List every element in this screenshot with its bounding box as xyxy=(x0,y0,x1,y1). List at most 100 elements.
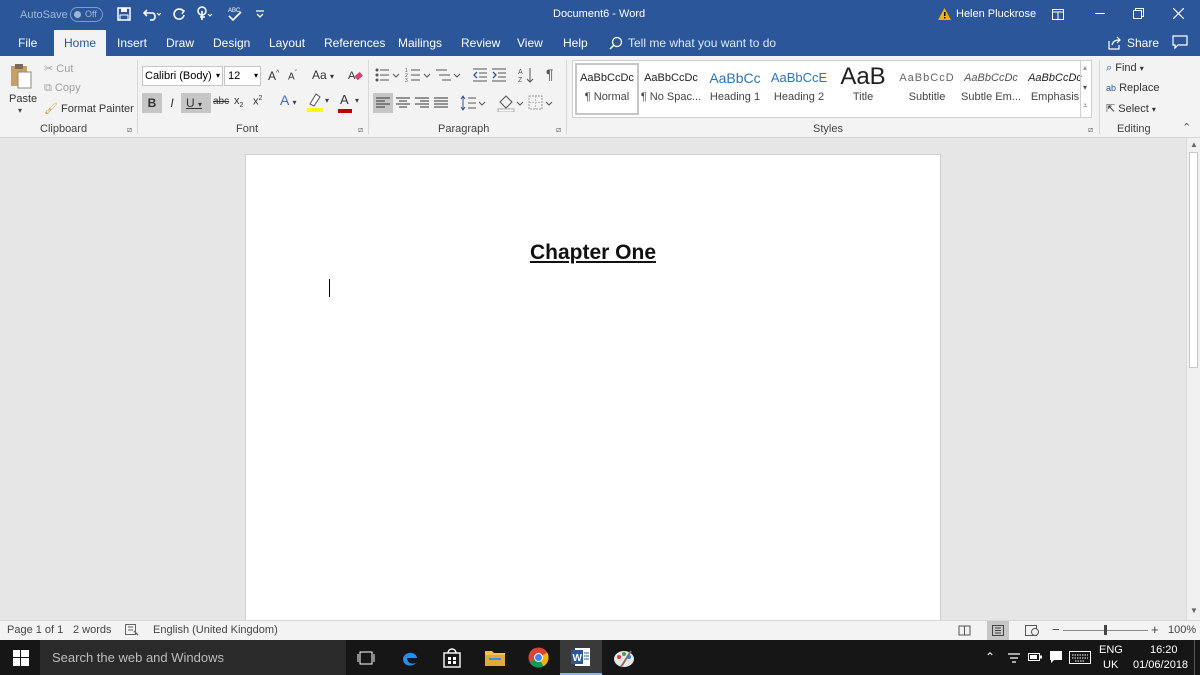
scroll-thumb[interactable] xyxy=(1189,152,1198,368)
tab-view[interactable]: View xyxy=(517,30,543,56)
close-icon[interactable] xyxy=(1173,8,1184,19)
change-case-button[interactable]: Aa ▾ xyxy=(312,68,334,82)
underline-button[interactable]: U ▾ xyxy=(181,93,211,113)
dialog-launcher-icon[interactable]: ⧄ xyxy=(127,125,132,135)
zoom-in-button[interactable]: + xyxy=(1151,622,1159,637)
tab-layout[interactable]: Layout xyxy=(269,30,305,56)
print-layout-button[interactable] xyxy=(987,621,1009,640)
battery-icon[interactable] xyxy=(1028,652,1042,662)
paste-button[interactable]: Paste ▾ xyxy=(6,60,37,118)
language-region[interactable]: UK xyxy=(1103,659,1118,671)
word-taskbar-button[interactable]: W xyxy=(560,640,602,675)
web-layout-icon[interactable] xyxy=(1025,625,1039,636)
touch-mode-icon[interactable] xyxy=(195,6,213,22)
redo-icon[interactable] xyxy=(172,7,186,21)
scroll-up-icon[interactable]: ▴ xyxy=(1083,63,1087,72)
line-spacing-icon[interactable] xyxy=(460,95,486,111)
minimize-icon[interactable] xyxy=(1095,13,1105,15)
cut-button[interactable]: ✂ Cut xyxy=(44,62,73,75)
strikethrough-button[interactable]: abc xyxy=(213,96,229,107)
bold-button[interactable]: B xyxy=(142,93,162,113)
align-center-icon[interactable] xyxy=(396,97,410,109)
superscript-button[interactable]: x2 xyxy=(253,95,262,108)
tab-references[interactable]: References xyxy=(324,30,385,56)
style-title[interactable]: AaB Title xyxy=(831,65,895,115)
highlight-color-button[interactable]: ▾ xyxy=(306,92,332,114)
restore-icon[interactable] xyxy=(1133,8,1144,19)
font-color-button[interactable]: A ▾ xyxy=(337,92,363,114)
tab-insert[interactable]: Insert xyxy=(117,30,147,56)
style-heading-2[interactable]: AaBbCcE Heading 2 xyxy=(767,65,831,115)
taskbar-search-input[interactable]: Search the web and Windows xyxy=(52,650,224,665)
edge-icon[interactable] xyxy=(400,648,420,668)
decrease-indent-icon[interactable] xyxy=(472,67,488,83)
clock-date[interactable]: 01/06/2018 xyxy=(1133,659,1188,671)
comments-icon[interactable] xyxy=(1172,35,1188,50)
share-button[interactable]: Share xyxy=(1127,30,1159,56)
paint-icon[interactable] xyxy=(613,647,635,669)
style-no-spacing[interactable]: AaBbCcDc ¶ No Spac... xyxy=(639,65,703,115)
copy-button[interactable]: ⧉ Copy xyxy=(44,82,81,95)
style-normal[interactable]: AaBbCcDc ¶ Normal xyxy=(575,63,639,115)
bullets-icon[interactable] xyxy=(374,67,404,83)
borders-icon[interactable] xyxy=(528,95,554,111)
clock-time[interactable]: 16:20 xyxy=(1150,644,1178,656)
save-icon[interactable] xyxy=(117,7,131,21)
font-family-select[interactable]: Calibri (Body) ▾ xyxy=(142,66,223,86)
dialog-launcher-icon[interactable]: ⧄ xyxy=(556,125,561,135)
action-center-icon[interactable] xyxy=(1049,650,1063,664)
more-styles-icon[interactable]: ⩡ xyxy=(1083,101,1088,111)
page-count[interactable]: Page 1 of 1 xyxy=(7,624,63,636)
ribbon-display-options-icon[interactable] xyxy=(1052,9,1064,20)
align-right-icon[interactable] xyxy=(415,97,429,109)
proofing-icon[interactable] xyxy=(125,624,139,636)
select-button[interactable]: ⇱ Select ▾ xyxy=(1106,102,1156,115)
collapse-ribbon-icon[interactable]: ⌃ xyxy=(1182,121,1191,134)
tab-draw[interactable]: Draw xyxy=(166,30,194,56)
italic-button[interactable]: I xyxy=(164,93,180,113)
chevron-up-icon[interactable]: ⌃ xyxy=(985,650,995,664)
zoom-out-button[interactable]: − xyxy=(1052,622,1060,637)
tab-review[interactable]: Review xyxy=(461,30,500,56)
tab-design[interactable]: Design xyxy=(213,30,250,56)
store-icon[interactable] xyxy=(442,648,462,668)
task-view-icon[interactable] xyxy=(357,651,375,665)
increase-indent-icon[interactable] xyxy=(491,67,507,83)
language-code[interactable]: ENG xyxy=(1099,644,1123,656)
scroll-up-icon[interactable]: ▲ xyxy=(1190,140,1198,149)
read-mode-icon[interactable] xyxy=(958,625,971,636)
style-emphasis[interactable]: AaBbCcDc Emphasis xyxy=(1023,65,1087,115)
tab-home[interactable]: Home xyxy=(54,30,107,56)
spelling-icon[interactable]: ABC xyxy=(227,5,243,23)
chrome-icon[interactable] xyxy=(528,647,549,668)
word-count[interactable]: 2 words xyxy=(73,624,112,636)
gallery-scroll[interactable]: ▴ ▾ ⩡ xyxy=(1080,61,1092,117)
network-icon[interactable] xyxy=(1007,651,1021,664)
windows-start-icon[interactable] xyxy=(13,650,29,666)
taskbar-search[interactable]: Search the web and Windows xyxy=(40,640,346,675)
shrink-font-button[interactable]: Aˇ xyxy=(288,70,297,82)
share-icon[interactable] xyxy=(1107,36,1121,50)
keyboard-icon[interactable] xyxy=(1069,651,1091,664)
align-left-button[interactable] xyxy=(373,93,393,113)
customize-icon[interactable] xyxy=(255,9,265,19)
warning-icon[interactable] xyxy=(937,7,952,21)
find-button[interactable]: ⌕ Find ▾ xyxy=(1106,62,1144,75)
font-size-select[interactable]: 12 ▾ xyxy=(224,66,261,86)
show-desktop-button[interactable] xyxy=(1194,640,1195,675)
tell-me-input[interactable]: Tell me what you want to do xyxy=(628,36,776,50)
tab-mailings[interactable]: Mailings xyxy=(398,30,442,56)
chapter-heading[interactable]: Chapter One xyxy=(246,241,940,265)
undo-icon[interactable] xyxy=(143,7,161,21)
shading-icon[interactable] xyxy=(497,94,525,112)
tab-help[interactable]: Help xyxy=(563,30,588,56)
show-formatting-button[interactable]: ¶ xyxy=(546,66,554,82)
document-page[interactable]: Chapter One xyxy=(245,154,941,634)
dialog-launcher-icon[interactable]: ⧄ xyxy=(1088,125,1093,135)
language-indicator[interactable]: English (United Kingdom) xyxy=(153,624,278,636)
user-name[interactable]: Helen Pluckrose xyxy=(956,8,1036,20)
style-heading-1[interactable]: AaBbCc Heading 1 xyxy=(703,65,767,115)
tab-file[interactable]: File xyxy=(18,30,37,56)
scroll-down-icon[interactable]: ▾ xyxy=(1083,83,1087,92)
text-effects-button[interactable]: A ▾ xyxy=(280,92,296,108)
